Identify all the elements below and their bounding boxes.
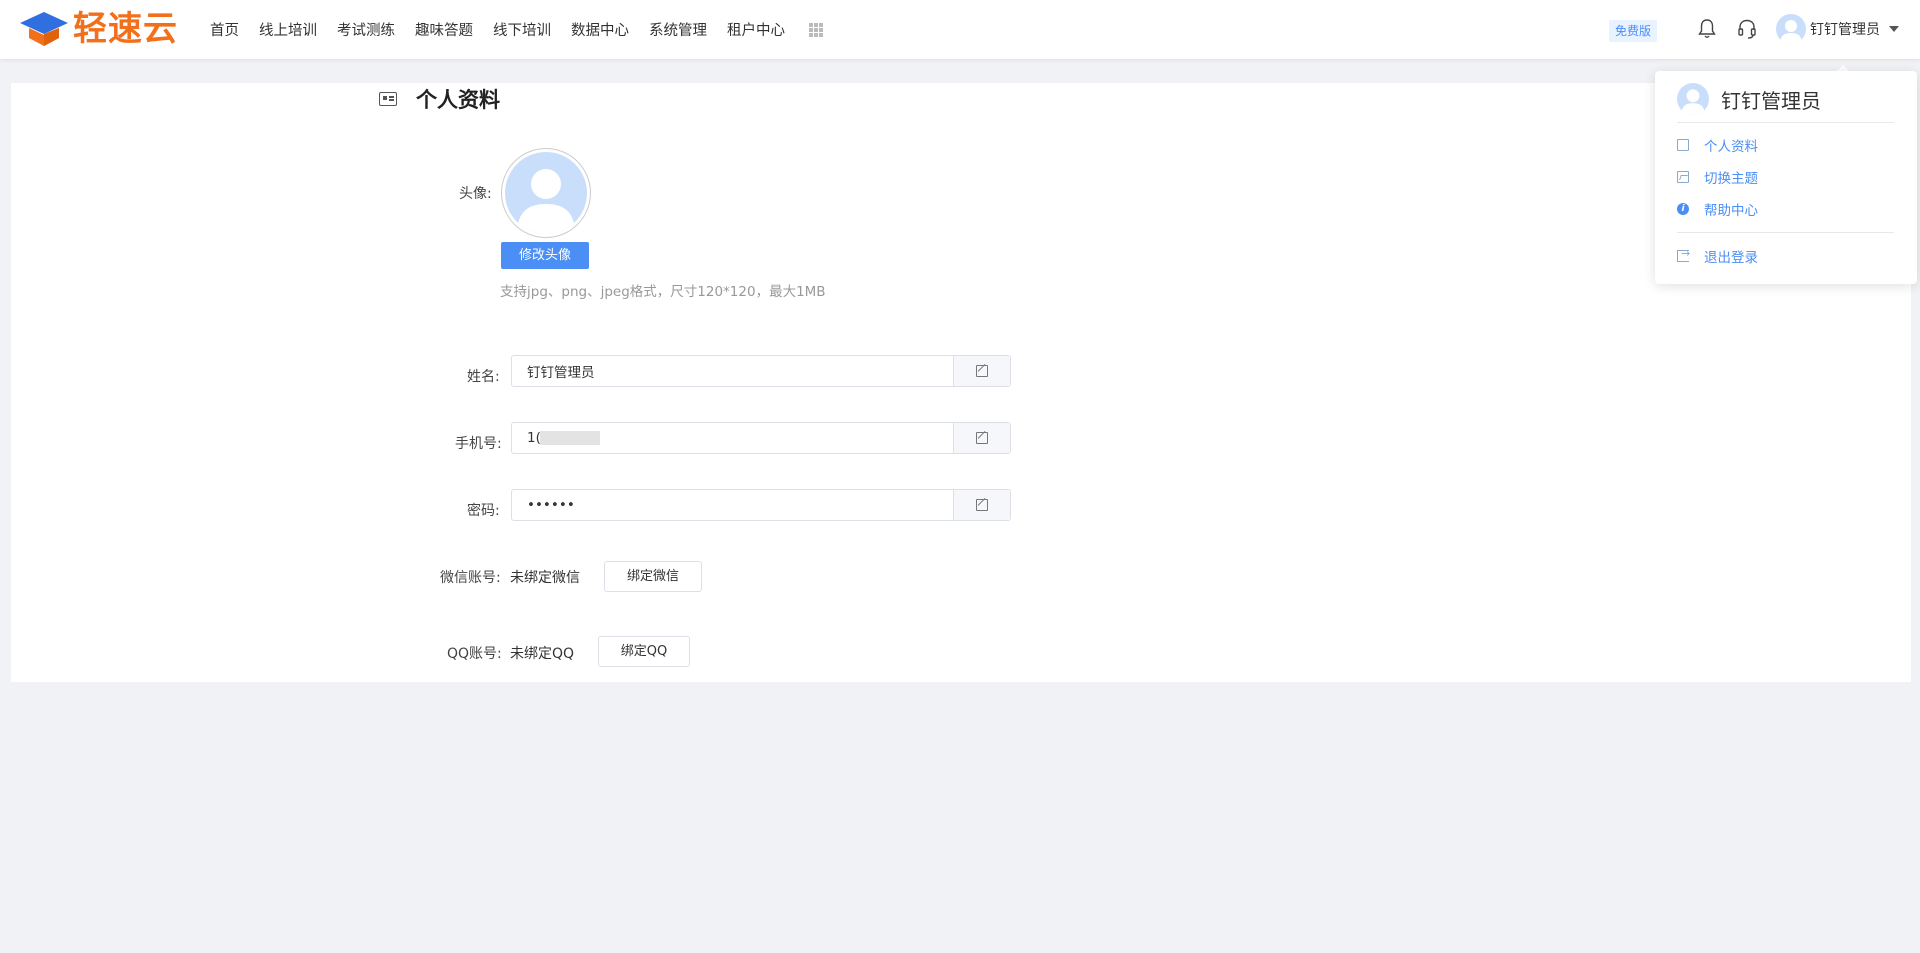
avatar-hint: 支持jpg、png、jpeg格式，尺寸120*120，最大1MB xyxy=(500,284,826,300)
image-icon xyxy=(1677,171,1689,183)
nav-item-tenant-center[interactable]: 租户中心 xyxy=(727,19,785,40)
qq-status: 未绑定QQ xyxy=(510,646,575,662)
avatar-label: 头像: xyxy=(459,186,492,202)
edit-icon xyxy=(976,432,988,444)
edit-icon xyxy=(976,365,988,377)
menu-item-logout[interactable]: 退出登录 xyxy=(1677,246,1758,266)
nav-item-exam[interactable]: 考试测练 xyxy=(337,19,395,40)
change-avatar-button[interactable]: 修改头像 xyxy=(501,242,589,269)
id-card-icon xyxy=(379,92,397,106)
menu-item-label: 帮助中心 xyxy=(1704,203,1758,219)
menu-item-label: 切换主题 xyxy=(1704,171,1758,187)
bind-wechat-button[interactable]: 绑定微信 xyxy=(604,561,702,592)
divider xyxy=(1677,232,1894,233)
nav-item-offline-training[interactable]: 线下培训 xyxy=(493,19,551,40)
nav-item-quiz[interactable]: 趣味答题 xyxy=(415,19,473,40)
dropdown-user-name: 钉钉管理员 xyxy=(1721,88,1821,113)
password-field xyxy=(511,489,1011,521)
menu-item-label: 个人资料 xyxy=(1704,139,1758,155)
menu-item-help[interactable]: i 帮助中心 xyxy=(1677,199,1758,219)
wechat-status: 未绑定微信 xyxy=(510,570,580,586)
divider xyxy=(1677,122,1894,123)
edit-phone-button[interactable] xyxy=(953,423,1010,453)
avatar xyxy=(1776,14,1806,44)
name-input[interactable] xyxy=(512,356,953,386)
qq-label: QQ账号: xyxy=(447,646,502,662)
nav-item-system-management[interactable]: 系统管理 xyxy=(649,19,707,40)
main-nav: 首页 线上培训 考试测练 趣味答题 线下培训 数据中心 系统管理 租户中心 xyxy=(210,0,823,59)
page-title-text: 个人资料 xyxy=(416,88,500,112)
avatar xyxy=(1677,83,1709,115)
page-title: 个人资料 xyxy=(379,85,500,113)
name-label: 姓名: xyxy=(467,369,500,385)
info-icon: i xyxy=(1677,203,1689,215)
edit-icon xyxy=(976,499,988,511)
headset-icon[interactable] xyxy=(1737,18,1757,40)
user-menu-trigger[interactable]: 钉钉管理员 xyxy=(1776,14,1899,44)
nav-item-online-training[interactable]: 线上培训 xyxy=(259,19,317,40)
edit-name-button[interactable] xyxy=(953,356,1010,386)
grid-icon[interactable] xyxy=(809,22,823,37)
brand-logo[interactable]: 轻速云 xyxy=(19,8,178,50)
user-name: 钉钉管理员 xyxy=(1810,22,1880,38)
bell-icon[interactable] xyxy=(1697,18,1717,40)
password-input[interactable] xyxy=(512,490,953,520)
profile-avatar xyxy=(501,148,591,238)
dropdown-header: 钉钉管理员 xyxy=(1677,83,1821,115)
menu-item-profile[interactable]: 个人资料 xyxy=(1677,135,1758,155)
bind-qq-button[interactable]: 绑定QQ xyxy=(598,636,690,667)
edit-password-button[interactable] xyxy=(953,490,1010,520)
wechat-label: 微信账号: xyxy=(440,570,501,586)
logout-icon xyxy=(1677,247,1690,262)
brand-name: 轻速云 xyxy=(73,9,178,49)
phone-field xyxy=(511,422,1011,454)
top-navbar: 轻速云 首页 线上培训 考试测练 趣味答题 线下培训 数据中心 系统管理 租户中… xyxy=(0,0,1920,59)
chevron-down-icon xyxy=(1889,26,1899,32)
menu-item-theme[interactable]: 切换主题 xyxy=(1677,167,1758,187)
user-dropdown-menu: 钉钉管理员 个人资料 切换主题 i 帮助中心 退出登录 xyxy=(1655,71,1917,284)
user-avatar-icon xyxy=(1780,20,1802,44)
plan-badge[interactable]: 免费版 xyxy=(1609,20,1658,42)
graduation-cap-icon xyxy=(20,12,68,46)
user-avatar-icon xyxy=(517,169,575,234)
user-avatar-icon xyxy=(1681,89,1705,115)
menu-item-label: 退出登录 xyxy=(1704,250,1758,266)
phone-label: 手机号: xyxy=(455,436,502,452)
phone-redaction xyxy=(540,431,600,445)
password-label: 密码: xyxy=(467,503,500,519)
id-card-icon xyxy=(1677,139,1689,151)
nav-item-home[interactable]: 首页 xyxy=(210,19,239,40)
name-field xyxy=(511,355,1011,387)
nav-item-data-center[interactable]: 数据中心 xyxy=(571,19,629,40)
